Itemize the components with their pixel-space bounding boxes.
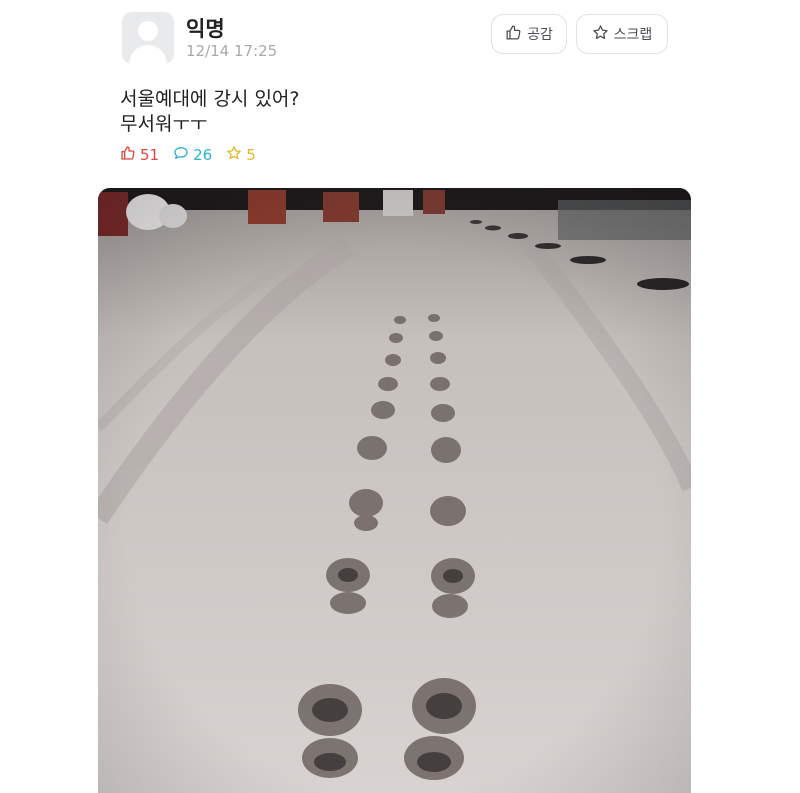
star-icon	[226, 145, 242, 165]
scrap-count-value: 5	[246, 146, 256, 164]
post-body-line: 서울예대에 강시 있어?	[120, 88, 300, 110]
like-button-label: 공감	[527, 27, 553, 43]
snow-footprints-photo	[98, 188, 691, 793]
post-body-line: 무서워ㅜㅜ	[120, 113, 208, 135]
like-count-value: 51	[140, 146, 160, 164]
author-name: 익명	[186, 17, 225, 41]
post-stats: 51 26 5	[120, 145, 270, 165]
post-photo[interactable]	[98, 188, 691, 793]
post-timestamp: 12/14 17:25	[186, 42, 278, 60]
avatar-body	[129, 45, 167, 64]
avatar[interactable]	[122, 12, 174, 64]
speech-bubble-icon	[173, 145, 189, 165]
star-icon	[592, 24, 609, 45]
scrap-button-label: 스크랩	[613, 27, 653, 43]
scrap-count: 5	[226, 145, 256, 165]
comment-count-value: 26	[193, 146, 213, 164]
avatar-head	[138, 21, 158, 41]
comment-count: 26	[173, 145, 212, 165]
thumbs-up-icon	[505, 24, 522, 45]
like-count: 51	[120, 145, 159, 165]
thumbs-up-icon	[120, 145, 136, 165]
post-body: 서울예대에 강시 있어? 무서워ㅜㅜ	[120, 87, 299, 137]
scrap-button[interactable]: 스크랩	[576, 14, 668, 54]
like-button[interactable]: 공감	[491, 14, 567, 54]
